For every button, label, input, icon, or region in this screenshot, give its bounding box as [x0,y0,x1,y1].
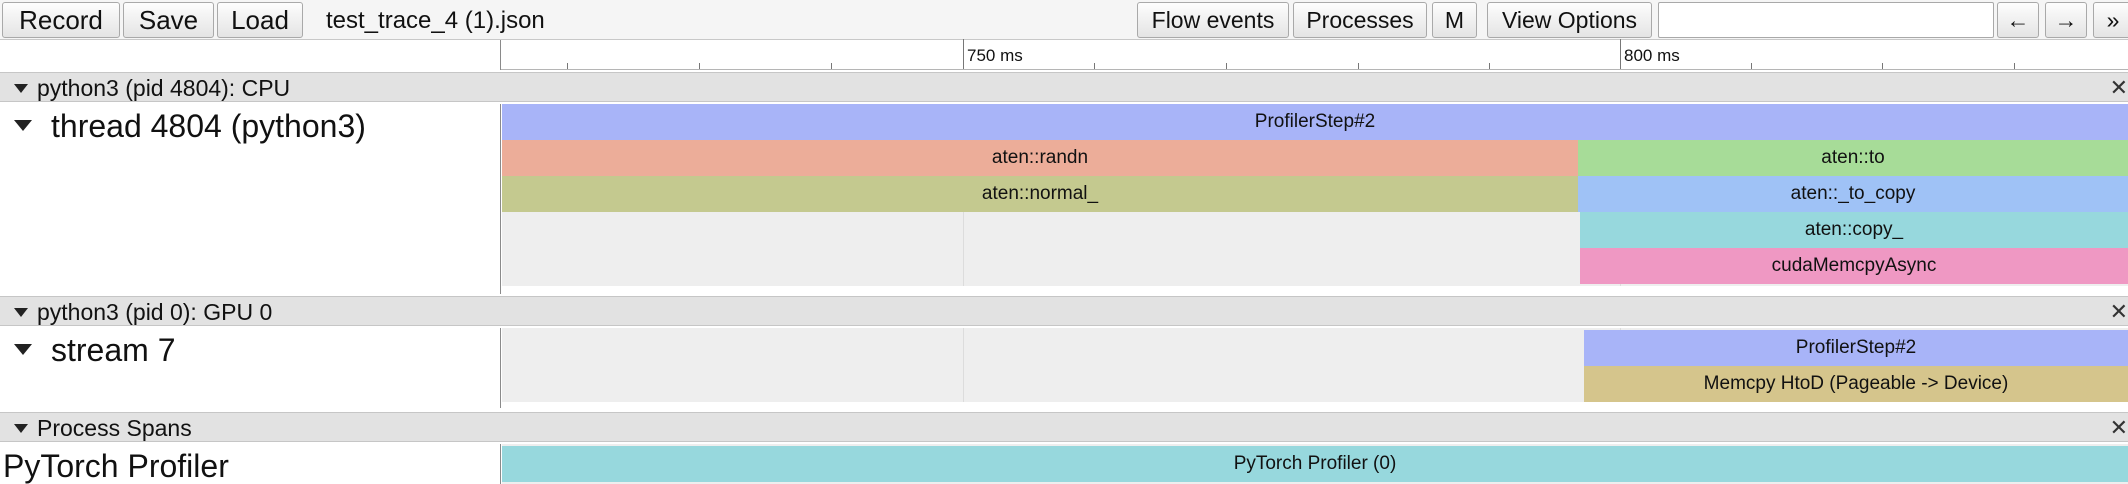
thread-row-cpu: thread 4804 (python3) ProfilerStep#2 ate… [0,104,2128,294]
process-label: python3 (pid 4804): CPU [37,75,291,101]
slice-aten-to-copy[interactable]: aten::_to_copy [1578,176,2128,212]
minor-tick [1358,63,1359,69]
slice-aten-copy[interactable]: aten::copy_ [1580,212,2128,248]
thread-track[interactable]: ProfilerStep#2 aten::randn aten::to aten… [502,104,2128,286]
tick-label-800: 800 ms [1624,46,1680,65]
toolbar: Record Save Load test_trace_4 (1).json F… [0,0,2128,40]
thread-label-cpu[interactable]: thread 4804 (python3) [0,104,501,294]
tick-label-750: 750 ms [967,46,1023,65]
minor-tick [1226,63,1227,69]
major-tick [1620,39,1621,69]
minor-tick [2014,63,2015,69]
collapse-triangle-icon[interactable] [14,424,28,433]
prev-arrow-icon[interactable]: ← [1997,2,2039,38]
slice-aten-to[interactable]: aten::to [1578,140,2128,176]
search-input[interactable] [1658,2,1994,38]
next-arrow-icon[interactable]: → [2045,2,2087,38]
thread-row-gpu: stream 7 ProfilerStep#2 Memcpy HtoD (Pag… [0,328,2128,408]
collapse-triangle-icon[interactable] [14,120,32,131]
collapse-triangle-icon[interactable] [14,344,32,355]
thread-name: PyTorch Profiler [3,448,229,484]
load-button[interactable]: Load [217,2,303,38]
process-header-cpu[interactable]: python3 (pid 4804): CPU ✕ [0,72,2128,102]
slice-profiler-step[interactable]: ProfilerStep#2 [502,104,2128,140]
slice-cuda-memcpy-async[interactable]: cudaMemcpyAsync [1580,248,2128,284]
thread-name: stream 7 [51,332,176,368]
flow-events-button[interactable]: Flow events [1137,2,1289,38]
collapse-triangle-icon[interactable] [14,308,28,317]
thread-row-spans: PyTorch Profiler PyTorch Profiler (0) [0,444,2128,484]
slice-memcpy-htod[interactable]: Memcpy HtoD (Pageable -> Device) [1584,366,2128,402]
ruler-spacer [0,40,501,70]
thread-label-gpu[interactable]: stream 7 [0,328,501,408]
slice-aten-normal[interactable]: aten::normal_ [502,176,1578,212]
slice-gpu-profiler-step[interactable]: ProfilerStep#2 [1584,330,2128,366]
close-icon[interactable]: ✕ [2110,75,2128,101]
metadata-button[interactable]: M [1432,2,1477,38]
slice-pytorch-profiler[interactable]: PyTorch Profiler (0) [502,446,2128,482]
minor-tick [1882,63,1883,69]
thread-track[interactable]: ProfilerStep#2 Memcpy HtoD (Pageable -> … [502,328,2128,402]
save-button[interactable]: Save [123,2,214,38]
process-header-spans[interactable]: Process Spans ✕ [0,412,2128,442]
record-button[interactable]: Record [2,2,120,38]
thread-name: thread 4804 (python3) [51,108,366,144]
minor-tick [1751,63,1752,69]
major-tick [963,39,964,69]
slice-aten-randn[interactable]: aten::randn [502,140,1578,176]
close-icon[interactable]: ✕ [2110,299,2128,325]
minor-tick [699,63,700,69]
minor-tick [831,63,832,69]
more-chevron-icon[interactable]: » [2093,2,2128,38]
processes-button[interactable]: Processes [1293,2,1427,38]
trace-filename: test_trace_4 (1).json [326,7,545,34]
minor-tick [1094,63,1095,69]
thread-label-spans[interactable]: PyTorch Profiler [0,444,501,484]
view-options-button[interactable]: View Options [1487,2,1652,38]
grid-line [963,328,964,402]
minor-tick [567,63,568,69]
process-label: Process Spans [37,415,192,441]
thread-track[interactable]: PyTorch Profiler (0) [502,444,2128,484]
collapse-triangle-icon[interactable] [14,84,28,93]
process-header-gpu[interactable]: python3 (pid 0): GPU 0 ✕ [0,296,2128,326]
minor-tick [1489,63,1490,69]
process-label: python3 (pid 0): GPU 0 [37,299,273,325]
close-icon[interactable]: ✕ [2110,415,2128,441]
time-ruler: 750 ms 800 ms [0,39,2128,70]
